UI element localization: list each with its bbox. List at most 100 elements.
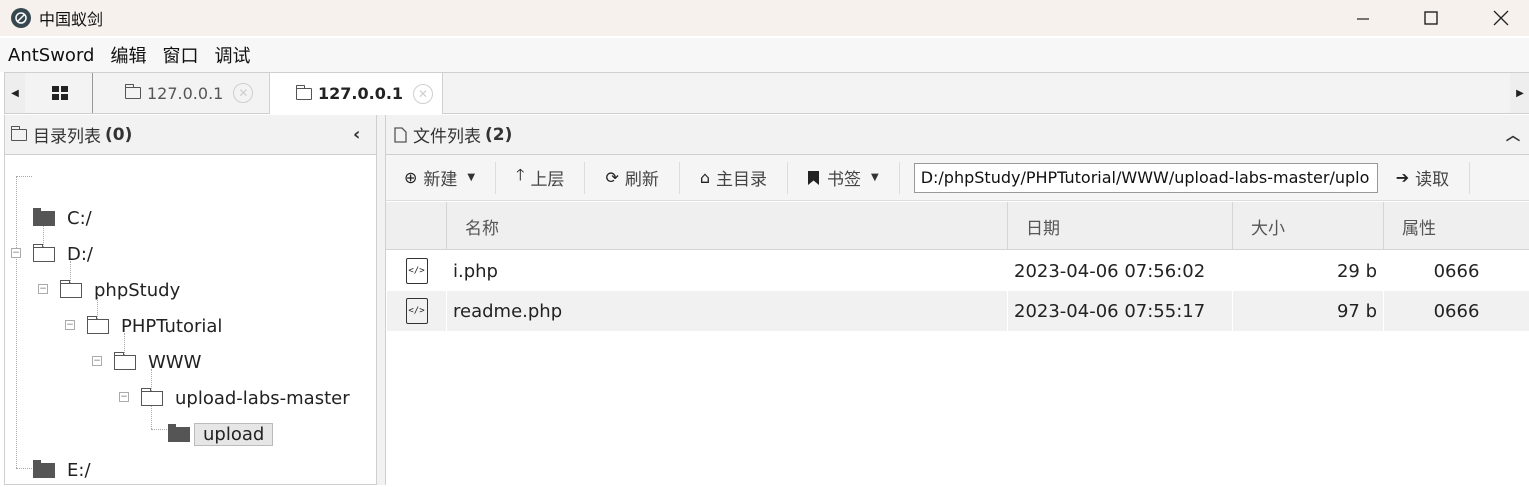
tree-node-uploadlabs[interactable]: upload-labs-master <box>140 381 350 415</box>
menu-bar: AntSword 编辑 窗口 调试 <box>0 38 1529 72</box>
tree-line <box>16 468 32 469</box>
file-attr: 0666 <box>1383 251 1529 291</box>
folder-closed-icon <box>33 459 55 478</box>
collapse-d-icon[interactable]: − <box>11 248 21 258</box>
tree-label: phpStudy <box>94 279 181 301</box>
tree-label: upload-labs-master <box>175 387 350 409</box>
bookmark-icon <box>808 170 819 185</box>
col-name-header[interactable]: 名称 <box>446 202 1007 250</box>
tab-host-1[interactable]: 127.0.0.1 ✕ <box>105 73 267 113</box>
arrow-up-icon: 🡑 <box>516 165 525 184</box>
folder-open-icon <box>86 315 109 334</box>
collapse-www-icon[interactable]: − <box>92 356 102 366</box>
table-row[interactable]: </> readme.php 2023-04-06 07:55:17 97 b … <box>386 291 1529 331</box>
col-icon-header <box>386 202 446 250</box>
minimize-button[interactable] <box>1331 0 1395 36</box>
tab-scroll-right-button[interactable]: ▶ <box>1510 73 1529 113</box>
file-date: 2023-04-06 07:55:17 <box>1007 291 1232 331</box>
refresh-button[interactable]: ⟳ 刷新 <box>585 161 680 194</box>
menu-window[interactable]: 窗口 <box>154 42 206 68</box>
folder-open-icon <box>113 351 136 370</box>
directory-panel-title: 目录列表 <box>33 127 101 147</box>
read-button[interactable]: ➔ 读取 <box>1378 161 1471 194</box>
folder-open-icon <box>32 243 55 262</box>
tree-label: WWW <box>148 351 202 373</box>
tab-close-icon[interactable]: ✕ <box>413 83 434 104</box>
up-button[interactable]: 🡑 上层 <box>496 161 586 194</box>
tree-label: PHPTutorial <box>121 315 223 337</box>
new-button[interactable]: ⊕ 新建 ▼ <box>386 161 497 194</box>
folder-closed-icon <box>168 423 190 442</box>
panel-splitter[interactable] <box>377 115 386 485</box>
tab-label: 127.0.0.1 <box>147 83 224 103</box>
tree-line <box>16 176 17 468</box>
menu-edit[interactable]: 编辑 <box>102 42 154 68</box>
home-icon: ⌂ <box>699 168 710 187</box>
folder-icon <box>295 84 312 100</box>
folder-open-icon <box>140 387 163 406</box>
directory-count: (0) <box>105 124 133 145</box>
tree-label: E:/ <box>67 459 91 481</box>
refresh-icon: ⟳ <box>605 168 619 187</box>
menu-antsword[interactable]: AntSword <box>0 45 102 66</box>
tree-label: D:/ <box>67 243 93 265</box>
window-title: 中国蚁剑 <box>39 10 104 29</box>
close-icon <box>1493 10 1509 26</box>
file-name: i.php <box>446 251 1007 291</box>
file-attr: 0666 <box>1383 291 1529 331</box>
col-attr-header[interactable]: 属性 <box>1383 202 1529 250</box>
home-label: 主目录 <box>716 170 767 190</box>
file-icon <box>394 126 407 143</box>
row-icon-cell: </> <box>386 291 446 331</box>
php-file-icon: </> <box>405 258 428 284</box>
collapse-uploadlabs-icon[interactable]: − <box>119 392 129 402</box>
close-button[interactable] <box>1469 0 1529 36</box>
file-panel: 文件列表 (2) ︿ ⊕ 新建 ▼ 🡑 上层 ⟳ 刷新 ⌂ 主目录 书签 ▼ D… <box>386 115 1529 485</box>
refresh-label: 刷新 <box>624 170 659 190</box>
title-bar: 中国蚁剑 <box>0 0 1529 36</box>
menu-debug[interactable]: 调试 <box>206 42 258 68</box>
tree-node-phptutorial[interactable]: PHPTutorial <box>86 309 223 343</box>
tab-close-icon[interactable]: ✕ <box>233 83 254 103</box>
tree-node-upload[interactable]: upload <box>168 417 274 451</box>
file-size: 29 b <box>1232 251 1383 291</box>
bookmark-label: 书签 <box>827 170 861 190</box>
file-grid-header: 名称 日期 大小 属性 <box>386 202 1529 250</box>
tree-node-www[interactable]: WWW <box>113 345 202 379</box>
tree-node-e[interactable]: E:/ <box>33 453 91 487</box>
col-size-header[interactable]: 大小 <box>1232 202 1383 250</box>
tree-node-d[interactable]: D:/ <box>32 237 93 271</box>
caret-down-icon: ▼ <box>871 172 879 183</box>
file-panel-header: 文件列表 (2) ︿ <box>386 115 1529 155</box>
antsword-logo-icon <box>11 8 31 28</box>
folder-open-icon <box>59 279 82 298</box>
caret-right-icon: ▶ <box>1516 87 1524 99</box>
file-toolbar: ⊕ 新建 ▼ 🡑 上层 ⟳ 刷新 ⌂ 主目录 书签 ▼ D:/phpStudy/… <box>386 155 1529 201</box>
folder-icon <box>124 84 141 99</box>
path-input[interactable]: D:/phpStudy/PHPTutorial/WWW/upload-labs-… <box>913 162 1378 193</box>
tab-host-2[interactable]: 127.0.0.1 ✕ <box>269 73 443 114</box>
maximize-button[interactable] <box>1399 0 1463 36</box>
collapse-phptutorial-icon[interactable]: − <box>65 320 75 330</box>
collapse-up-icon[interactable]: ︿ <box>1506 125 1520 145</box>
file-count: (2) <box>485 124 513 145</box>
php-file-icon: </> <box>405 298 428 324</box>
table-row[interactable]: </> i.php 2023-04-06 07:56:02 29 b 0666 <box>386 251 1529 291</box>
collapse-phpstudy-icon[interactable]: − <box>38 284 48 294</box>
tab-home[interactable] <box>27 73 93 113</box>
tree-line <box>151 429 167 430</box>
tree-node-c[interactable]: C:/ <box>33 201 92 235</box>
tree-node-phpstudy[interactable]: phpStudy <box>59 273 181 307</box>
maximize-icon <box>1424 11 1438 25</box>
tab-label: 127.0.0.1 <box>318 84 404 103</box>
file-date: 2023-04-06 07:56:02 <box>1007 251 1232 291</box>
col-date-header[interactable]: 日期 <box>1007 202 1232 250</box>
bookmark-button[interactable]: 书签 ▼ <box>788 161 900 194</box>
row-icon-cell: </> <box>386 251 446 291</box>
up-label: 上层 <box>530 170 565 190</box>
tab-scroll-left-button[interactable]: ◀ <box>5 73 25 113</box>
tree-label-selected: upload <box>194 422 274 446</box>
read-label: 读取 <box>1415 170 1450 190</box>
collapse-left-icon[interactable]: ‹ <box>353 124 360 145</box>
home-button[interactable]: ⌂ 主目录 <box>680 161 788 194</box>
